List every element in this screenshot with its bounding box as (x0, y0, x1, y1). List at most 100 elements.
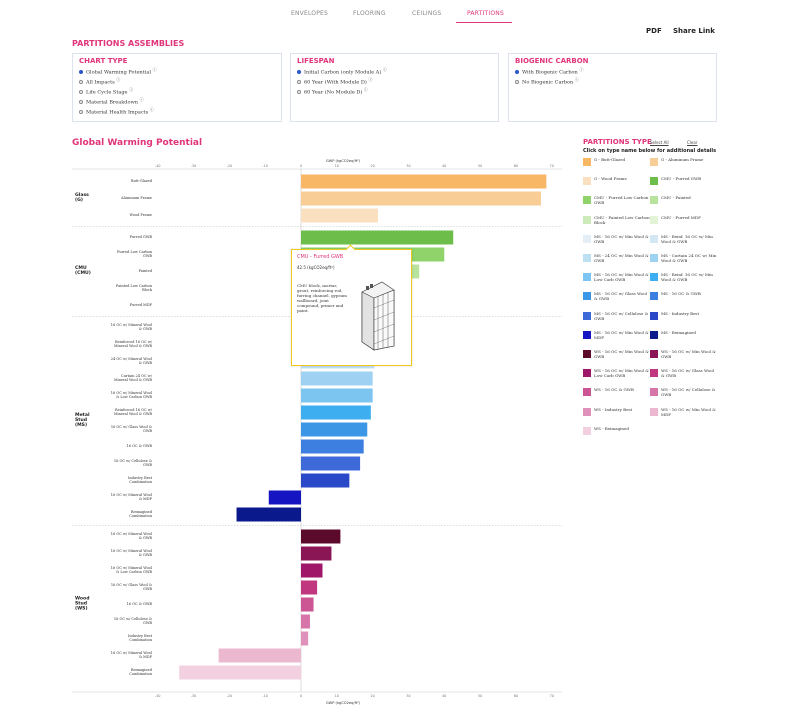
legend-item[interactable]: WS - 16 OC w/ Cellulose & GWB (650, 387, 716, 403)
legend-item[interactable]: CMU - Painted Low Carbon Block (583, 215, 650, 231)
legend-label[interactable]: MS - 16 OC w/ Min Wool & Low Carb GWB (594, 272, 650, 282)
legend-swatch[interactable] (583, 350, 591, 358)
clear-link[interactable]: Clear (687, 140, 697, 145)
legend-swatch[interactable] (583, 311, 591, 320)
legend-label[interactable]: MS - Reinf. 16 OC w/ Min Wool & GWB (661, 234, 717, 244)
info-icon[interactable]: ⓘ (153, 67, 157, 72)
legend-swatch[interactable] (650, 407, 658, 416)
legend-swatch[interactable] (650, 292, 658, 301)
legend-label[interactable]: WS - Reimagined (594, 426, 650, 431)
legend-item[interactable]: G - Wood Frame (583, 176, 649, 192)
chart-type-option[interactable]: Life Cycle Stage ⓘ (79, 87, 133, 96)
legend-label[interactable]: WS - 16 OC w/ Min Wool & GWB (661, 349, 717, 359)
legend-swatch[interactable] (650, 388, 658, 397)
chart-type-option[interactable]: Material Health Impacts ⓘ (79, 107, 154, 116)
legend-item[interactable]: WS - 16 OC w/ Glass Wool & GWB (650, 368, 716, 384)
legend-item[interactable]: WS - Industry Best (583, 407, 649, 423)
info-icon[interactable]: ⓘ (116, 77, 120, 82)
legend-swatch[interactable] (583, 292, 591, 301)
legend-item[interactable]: MS - 24 OC w/ Min Wool & GWB (583, 253, 649, 269)
legend-item[interactable]: MS - Curtain 24 OC w/ Min Wool & GWB (650, 253, 716, 269)
legend-swatch[interactable] (583, 407, 591, 416)
info-icon[interactable]: ⓘ (129, 87, 133, 92)
legend-item[interactable]: MS - 16 OC w/ Min Wool & Low Carb GWB (583, 272, 649, 288)
select-all-link[interactable]: Select All (650, 140, 669, 145)
legend-label[interactable]: CMU - Furred Low Carbon GWB (594, 195, 650, 205)
radio-icon[interactable] (297, 80, 301, 85)
chart-type-option[interactable]: All Impacts ⓘ (79, 77, 120, 86)
legend-item[interactable]: WS - 16 OC w/ Min Wool & GWB (650, 349, 716, 365)
legend-swatch[interactable] (650, 254, 658, 262)
legend-label[interactable]: WS - 16 OC & GWB (594, 387, 650, 392)
legend-label[interactable]: WS - 16 OC w/ Min Wool & Low Carb GWB (594, 368, 650, 378)
legend-swatch[interactable] (583, 330, 591, 339)
legend-label[interactable]: CMU - Furred GWB (661, 176, 717, 181)
legend-item[interactable]: WS - 16 OC w/ Min Wool & Low Carb GWB (583, 368, 649, 384)
legend-label[interactable]: G - Aluminum Frame (661, 157, 717, 162)
radio-icon[interactable] (79, 80, 83, 85)
legend-label[interactable]: MS - 16 OC & GWB (661, 291, 717, 296)
legend-label[interactable]: CMU - Furred MDF (661, 215, 717, 220)
lifespan-option[interactable]: 60 Year (With Module D) ⓘ (297, 77, 372, 86)
chart-type-option[interactable]: Global Warming Potential ⓘ (79, 67, 157, 76)
tab-envelopes[interactable]: ENVELOPES (291, 10, 328, 17)
legend-label[interactable]: WS - 16 OC w/ Cellulose & GWB (661, 387, 717, 397)
legend-swatch[interactable] (583, 215, 591, 224)
legend-swatch[interactable] (650, 330, 658, 339)
legend-label[interactable]: WS - 16 OC w/ Min Wool & MDF (661, 407, 717, 417)
legend-swatch[interactable] (650, 196, 658, 205)
legend-label[interactable]: WS - 16 OC w/ Glass Wool & GWB (661, 368, 717, 378)
legend-label[interactable]: MS - Industry Best (661, 311, 717, 316)
legend-swatch[interactable] (583, 273, 591, 282)
legend-label[interactable]: G - Butt-Glazed (594, 157, 650, 162)
legend-item[interactable]: MS - Reinf. 16 OC w/ Min Wool & GWB (650, 272, 716, 288)
legend-swatch[interactable] (650, 311, 658, 320)
legend-label[interactable]: WS - Industry Best (594, 407, 650, 412)
legend-item[interactable]: CMU - Furred GWB (650, 176, 716, 192)
legend-label[interactable]: MS - 16 OC w/ Min Wool & GWB (594, 234, 650, 244)
info-icon[interactable]: ⓘ (383, 67, 387, 72)
legend-swatch[interactable] (650, 350, 658, 358)
legend-label[interactable]: WS - 16 OC w/ Min Wool & GWB (594, 349, 650, 359)
legend-label[interactable]: G - Wood Frame (594, 176, 650, 181)
tab-ceilings[interactable]: CEILINGS (412, 10, 441, 17)
tab-partitions[interactable]: PARTITIONS (467, 10, 504, 17)
biogenic-option[interactable]: No Biogenic Carbon ⓘ (515, 77, 579, 86)
share-link[interactable]: Share Link (673, 27, 715, 35)
legend-item[interactable]: MS - 16 OC w/ Min Wool & MDF (583, 330, 649, 346)
legend-swatch[interactable] (583, 426, 591, 435)
legend-swatch[interactable] (650, 234, 658, 243)
biogenic-option[interactable]: With Biogenic Carbon ⓘ (515, 67, 583, 76)
legend-swatch[interactable] (583, 158, 591, 166)
radio-icon[interactable] (79, 110, 83, 115)
legend-item[interactable]: WS - 16 OC w/ Min Wool & MDF (650, 407, 716, 423)
legend-swatch[interactable] (650, 273, 658, 282)
radio-selected-icon[interactable] (515, 70, 519, 75)
radio-icon[interactable] (515, 80, 519, 85)
radio-selected-icon[interactable] (297, 70, 301, 75)
legend-swatch[interactable] (583, 388, 591, 397)
radio-icon[interactable] (297, 90, 301, 95)
lifespan-option[interactable]: 60 Year (No Module D) ⓘ (297, 87, 368, 96)
info-icon[interactable]: ⓘ (140, 97, 144, 102)
info-icon[interactable]: ⓘ (150, 107, 154, 112)
chart-type-option[interactable]: Material Breakdown ⓘ (79, 97, 144, 106)
legend-label[interactable]: CMU - Painted Low Carbon Block (594, 215, 650, 225)
lifespan-option[interactable]: Initial Carbon (only Module A) ⓘ (297, 67, 387, 76)
legend-item[interactable]: CMU - Furred MDF (650, 215, 716, 231)
info-icon[interactable]: ⓘ (364, 87, 368, 92)
legend-item[interactable]: MS - Industry Best (650, 311, 716, 327)
legend-item[interactable]: MS - 16 OC w/ Cellulose & GWB (583, 311, 649, 327)
legend-swatch[interactable] (650, 369, 658, 378)
tab-flooring[interactable]: FLOORING (353, 10, 386, 17)
legend-swatch[interactable] (650, 158, 658, 166)
legend-item[interactable]: CMU - Furred Low Carbon GWB (583, 195, 649, 211)
legend-label[interactable]: MS - Curtain 24 OC w/ Min Wool & GWB (661, 253, 717, 263)
legend-label[interactable]: MS - 16 OC w/ Cellulose & GWB (594, 311, 650, 321)
legend-item[interactable]: G - Butt-Glazed (583, 157, 649, 173)
legend-label[interactable]: MS - 16 OC w/ Glass Wool & GWB (594, 291, 650, 301)
legend-label[interactable]: MS - Reinf. 16 OC w/ Min Wool & GWB (661, 272, 717, 282)
legend-item[interactable]: MS - 16 OC w/ Min Wool & GWB (583, 234, 649, 250)
legend-item[interactable]: WS - 16 OC & GWB (583, 387, 649, 403)
legend-item[interactable]: WS - Reimagined (583, 426, 649, 442)
